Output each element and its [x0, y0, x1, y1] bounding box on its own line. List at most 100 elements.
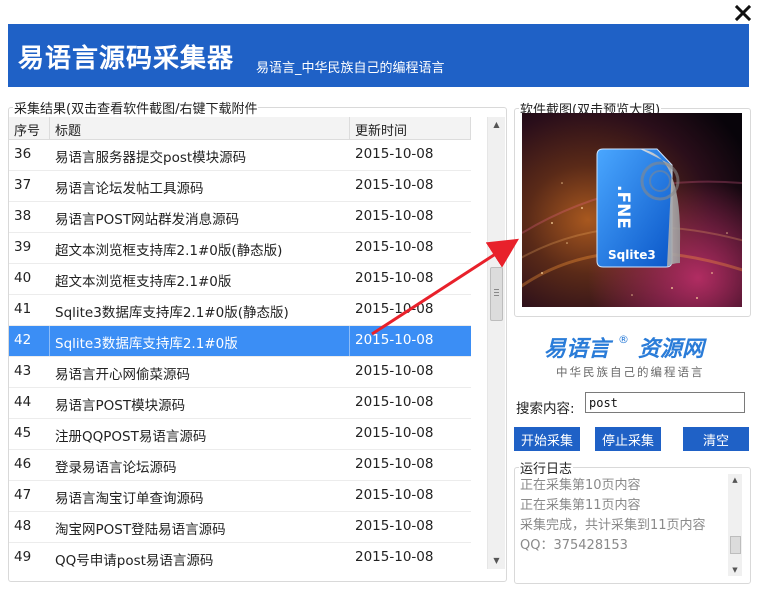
app-header: 易语言源码采集器 易语言_中华民族自己的编程语言 [8, 24, 749, 87]
screenshot-image: .FNE Sqlite3 [522, 113, 742, 307]
row-date: 2015-10-08 [355, 177, 434, 193]
results-table[interactable]: 序号 标题 更新时间 36 易语言服务器提交post模块源码 2015-10-08 3… [9, 117, 485, 569]
row-title: 超文本浏览框支持库2.1#0版(静态版) [55, 243, 283, 259]
column-divider[interactable] [49, 117, 50, 139]
row-title: 易语言开心网偷菜源码 [55, 367, 190, 383]
log-output[interactable]: 正在采集第10页内容 正在采集第11页内容 采集完成，共计采集到11页内容 QQ… [520, 476, 725, 574]
log-scroll-up-arrow-icon[interactable]: ▲ [728, 474, 742, 486]
row-number: 45 [14, 425, 32, 441]
results-group-label: 采集结果(双击查看软件截图/右键下载附件 [14, 102, 258, 117]
stop-collect-button[interactable]: 停止采集 [595, 427, 661, 451]
log-scroll-down-arrow-icon[interactable]: ▼ [728, 564, 742, 576]
column-header-date[interactable]: 更新时间 [355, 120, 407, 139]
row-number: 48 [14, 518, 32, 534]
row-date: 2015-10-08 [355, 270, 434, 286]
row-title: 易语言论坛发帖工具源码 [55, 181, 204, 197]
log-line: 采集完成，共计采集到11页内容 [520, 518, 706, 533]
row-number: 43 [14, 363, 32, 379]
row-title: Sqlite3数据库支持库2.1#0版(静态版) [55, 305, 289, 321]
row-date: 2015-10-08 [355, 518, 434, 534]
sqlite3-label: Sqlite3 [608, 248, 656, 262]
scroll-up-arrow-icon[interactable]: ▲ [488, 117, 505, 133]
table-row[interactable]: 36 易语言服务器提交post模块源码 2015-10-08 [9, 140, 471, 171]
log-group-label: 运行日志 [520, 462, 573, 477]
table-row[interactable]: 48 淘宝网POST登陆易语言源码 2015-10-08 [9, 512, 471, 543]
table-scrollbar[interactable]: ▲ ▼ [487, 117, 505, 569]
row-title: 淘宝网POST登陆易语言源码 [55, 522, 226, 538]
row-number: 38 [14, 208, 32, 224]
table-row[interactable]: 41 Sqlite3数据库支持库2.1#0版(静态版) 2015-10-08 [9, 295, 471, 326]
fne-label: .FNE [613, 185, 633, 229]
row-title: 易语言服务器提交post模块源码 [55, 150, 247, 166]
row-number: 49 [14, 549, 32, 565]
row-number: 41 [14, 301, 32, 317]
table-row[interactable]: 45 注册QQPOST易语言源码 2015-10-08 [9, 419, 471, 450]
row-column-divider [349, 326, 350, 356]
row-number: 37 [14, 177, 32, 193]
logo-brand-text: 易语言 [544, 337, 614, 362]
search-input[interactable] [585, 392, 745, 413]
row-title: 易语言POST模块源码 [55, 398, 186, 414]
table-row-selected[interactable]: 42 Sqlite3数据库支持库2.1#0版 2015-10-08 [9, 326, 471, 357]
row-title: 注册QQPOST易语言源码 [55, 429, 207, 445]
row-date: 2015-10-08 [355, 425, 434, 441]
row-number: 44 [14, 394, 32, 410]
table-row[interactable]: 46 登录易语言论坛源码 2015-10-08 [9, 450, 471, 481]
scroll-thumb[interactable] [490, 267, 503, 321]
row-number: 36 [14, 146, 32, 162]
logo-tagline: 中华民族自己的编程语言 [556, 365, 705, 379]
table-row[interactable]: 37 易语言论坛发帖工具源码 2015-10-08 [9, 171, 471, 202]
clear-button[interactable]: 清空 [683, 427, 749, 451]
table-row[interactable]: 44 易语言POST模块源码 2015-10-08 [9, 388, 471, 419]
table-row[interactable]: 38 易语言POST网站群发消息源码 2015-10-08 [9, 202, 471, 233]
app-title: 易语言源码采集器 [18, 44, 235, 74]
table-row[interactable]: 47 易语言淘宝订单查询源码 2015-10-08 [9, 481, 471, 512]
row-date: 2015-10-08 [355, 332, 434, 348]
logo-registered-mark: ® [618, 333, 629, 346]
app-subtitle: 易语言_中华民族自己的编程语言 [256, 61, 445, 76]
row-column-divider [49, 326, 50, 356]
row-date: 2015-10-08 [355, 487, 434, 503]
row-number: 47 [14, 487, 32, 503]
row-date: 2015-10-08 [355, 363, 434, 379]
table-header: 序号 标题 更新时间 [9, 117, 471, 140]
column-header-no[interactable]: 序号 [14, 120, 40, 139]
row-number: 42 [14, 332, 32, 348]
column-header-title[interactable]: 标题 [55, 120, 81, 139]
column-divider[interactable] [349, 117, 350, 139]
row-title: 易语言淘宝订单查询源码 [55, 491, 204, 507]
table-row[interactable]: 49 QQ号申请post易语言源码 2015-10-08 [9, 543, 471, 569]
row-date: 2015-10-08 [355, 549, 434, 565]
row-title: QQ号申请post易语言源码 [55, 553, 214, 569]
search-label: 搜索内容: [516, 401, 575, 417]
log-scroll-thumb[interactable] [730, 536, 741, 554]
column-divider[interactable] [470, 117, 471, 139]
close-icon[interactable] [734, 4, 752, 22]
row-number: 46 [14, 456, 32, 472]
log-line: QQ：375428153 [520, 538, 628, 553]
table-row[interactable]: 39 超文本浏览框支持库2.1#0版(静态版) 2015-10-08 [9, 233, 471, 264]
row-date: 2015-10-08 [355, 208, 434, 224]
table-row[interactable]: 43 易语言开心网偷菜源码 2015-10-08 [9, 357, 471, 388]
log-line: 正在采集第11页内容 [520, 498, 641, 513]
row-number: 40 [14, 270, 32, 286]
table-horizontal-scroll-area [9, 569, 487, 579]
scroll-down-arrow-icon[interactable]: ▼ [488, 553, 505, 569]
row-title: 登录易语言论坛源码 [55, 460, 177, 476]
logo-brand-suffix: 资源网 [638, 337, 707, 362]
row-date: 2015-10-08 [355, 146, 434, 162]
table-row[interactable]: 40 超文本浏览框支持库2.1#0版 2015-10-08 [9, 264, 471, 295]
row-title: Sqlite3数据库支持库2.1#0版 [55, 336, 238, 352]
start-collect-button[interactable]: 开始采集 [514, 427, 580, 451]
table-body: 36 易语言服务器提交post模块源码 2015-10-08 37 易语言论坛发帖工具源… [9, 140, 471, 569]
row-date: 2015-10-08 [355, 394, 434, 410]
row-title: 超文本浏览框支持库2.1#0版 [55, 274, 232, 290]
brand-logo: 易语言 ® 资源网 中华民族自己的编程语言 [540, 330, 730, 380]
row-date: 2015-10-08 [355, 456, 434, 472]
log-scrollbar[interactable]: ▲ ▼ [728, 474, 742, 576]
log-line: 正在采集第10页内容 [520, 478, 641, 493]
software-screenshot[interactable]: .FNE Sqlite3 [522, 113, 742, 307]
row-number: 39 [14, 239, 32, 255]
row-date: 2015-10-08 [355, 301, 434, 317]
row-date: 2015-10-08 [355, 239, 434, 255]
